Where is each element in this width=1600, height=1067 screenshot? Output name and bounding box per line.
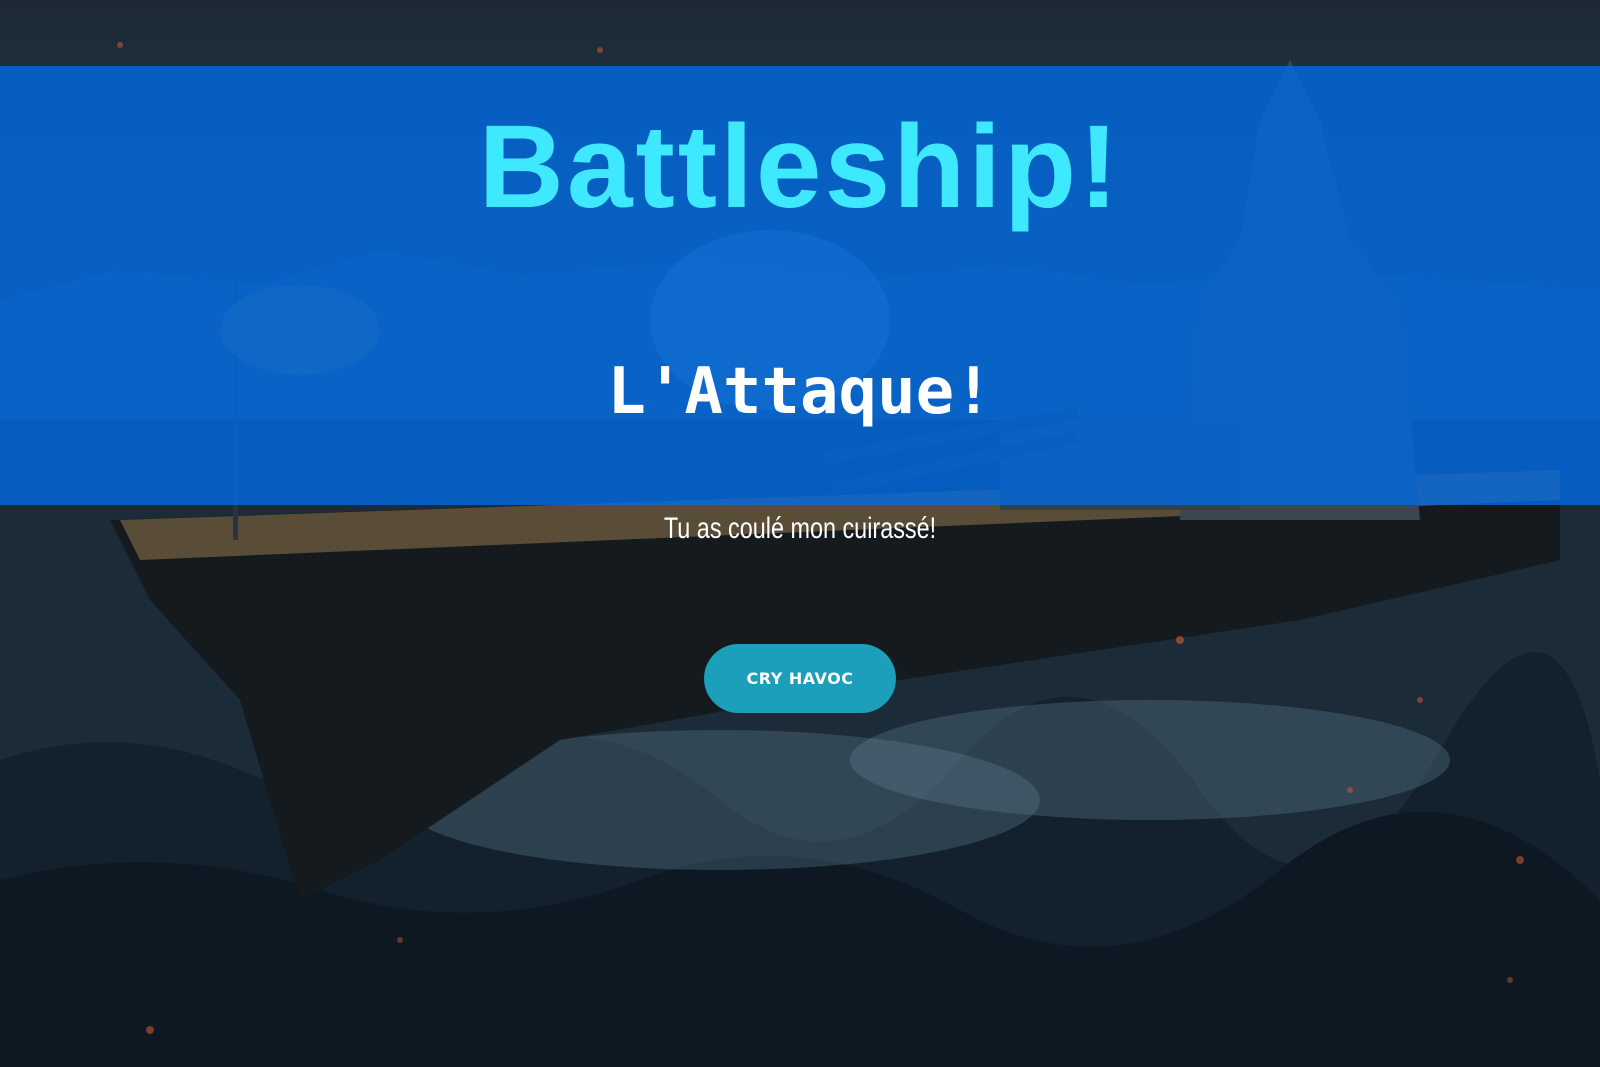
tagline-text: Tu as coulé mon cuirassé! [663,512,937,545]
page-title: Battleship! [478,101,1122,233]
page-subtitle: L'Attaque! [607,355,993,429]
cry-havoc-button[interactable]: CRY HAVOC [704,644,896,713]
hero-section: Battleship! L'Attaque! Tu as coulé mon c… [0,0,1600,1067]
